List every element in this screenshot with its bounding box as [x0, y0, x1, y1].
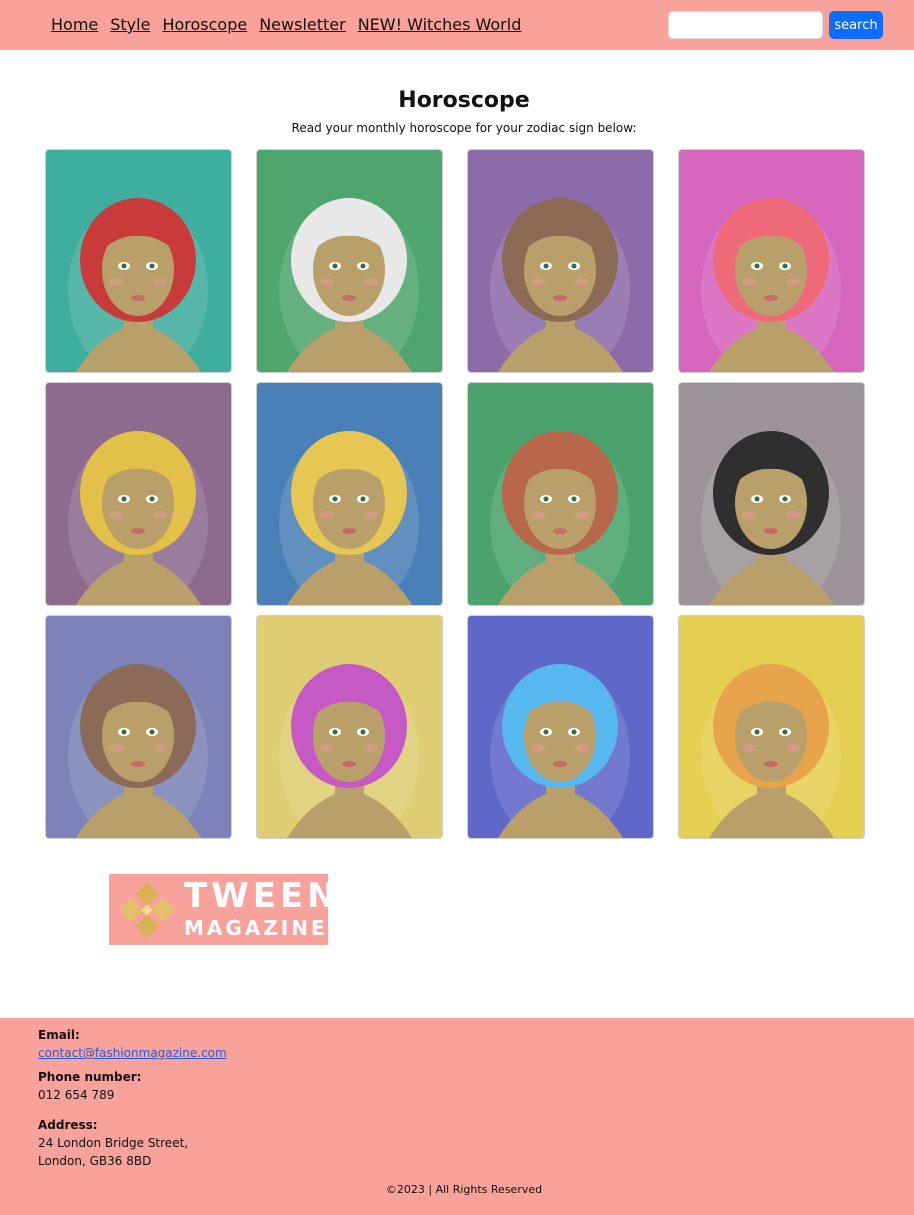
intro-text: Read your monthly horoscope for your zod…	[291, 121, 637, 135]
logo-text-tween: TWEEN	[184, 876, 340, 916]
horoscope-card-aquarius[interactable]	[467, 615, 654, 839]
horoscope-card-capricorn[interactable]	[256, 615, 443, 839]
taurus-illustration	[257, 150, 442, 372]
logo-text-magazine: MAGAZINE	[184, 916, 328, 940]
nav-home-link[interactable]: Home	[51, 15, 98, 34]
gemini-illustration	[468, 150, 653, 372]
aquarius-illustration	[468, 616, 653, 838]
phone-value: 012 654 789	[38, 1088, 115, 1102]
sagittarius-illustration	[46, 616, 231, 838]
footer: Email: contact@fashionmagazine.com Phone…	[0, 1018, 914, 1215]
horoscope-card-cancer[interactable]	[678, 149, 865, 373]
pisces-illustration	[679, 616, 864, 838]
horoscope-card-sagittarius[interactable]	[45, 615, 232, 839]
nav-witches-world-link[interactable]: NEW! Witches World	[358, 15, 522, 34]
address-line-1: 24 London Bridge Street,	[38, 1136, 189, 1150]
copyright-text: ©2023 | All Rights Reserved	[385, 1183, 543, 1196]
address-line-2: London, GB36 8BD	[38, 1154, 152, 1168]
capricorn-illustration	[257, 616, 442, 838]
phone-label: Phone number:	[38, 1070, 142, 1084]
email-link[interactable]: contact@fashionmagazine.com	[38, 1046, 227, 1060]
horoscope-card-scorpio[interactable]	[678, 382, 865, 606]
top-navbar: Home Style Horoscope Newsletter NEW! Wit…	[0, 0, 914, 50]
horoscope-grid	[45, 149, 865, 839]
aries-illustration	[46, 150, 231, 372]
nav-newsletter-link[interactable]: Newsletter	[259, 15, 346, 34]
scorpio-illustration	[679, 383, 864, 605]
nav-links: Home Style Horoscope Newsletter NEW! Wit…	[51, 15, 521, 34]
virgo-illustration	[257, 383, 442, 605]
horoscope-card-aries[interactable]	[45, 149, 232, 373]
tween-magazine-logo[interactable]: TWEEN MAGAZINE	[109, 874, 336, 945]
flower-diamond-icon	[119, 882, 175, 938]
page-title: Horoscope	[398, 88, 530, 113]
horoscope-card-virgo[interactable]	[256, 382, 443, 606]
horoscope-card-leo[interactable]	[45, 382, 232, 606]
leo-illustration	[46, 383, 231, 605]
search-input[interactable]	[668, 11, 823, 39]
address-label: Address:	[38, 1118, 98, 1132]
horoscope-card-pisces[interactable]	[678, 615, 865, 839]
horoscope-card-taurus[interactable]	[256, 149, 443, 373]
libra-illustration	[468, 383, 653, 605]
nav-horoscope-link[interactable]: Horoscope	[162, 15, 247, 34]
horoscope-card-gemini[interactable]	[467, 149, 654, 373]
nav-style-link[interactable]: Style	[110, 15, 150, 34]
cancer-illustration	[679, 150, 864, 372]
search-button[interactable]: search	[829, 11, 883, 39]
email-label: Email:	[38, 1028, 80, 1042]
horoscope-card-libra[interactable]	[467, 382, 654, 606]
